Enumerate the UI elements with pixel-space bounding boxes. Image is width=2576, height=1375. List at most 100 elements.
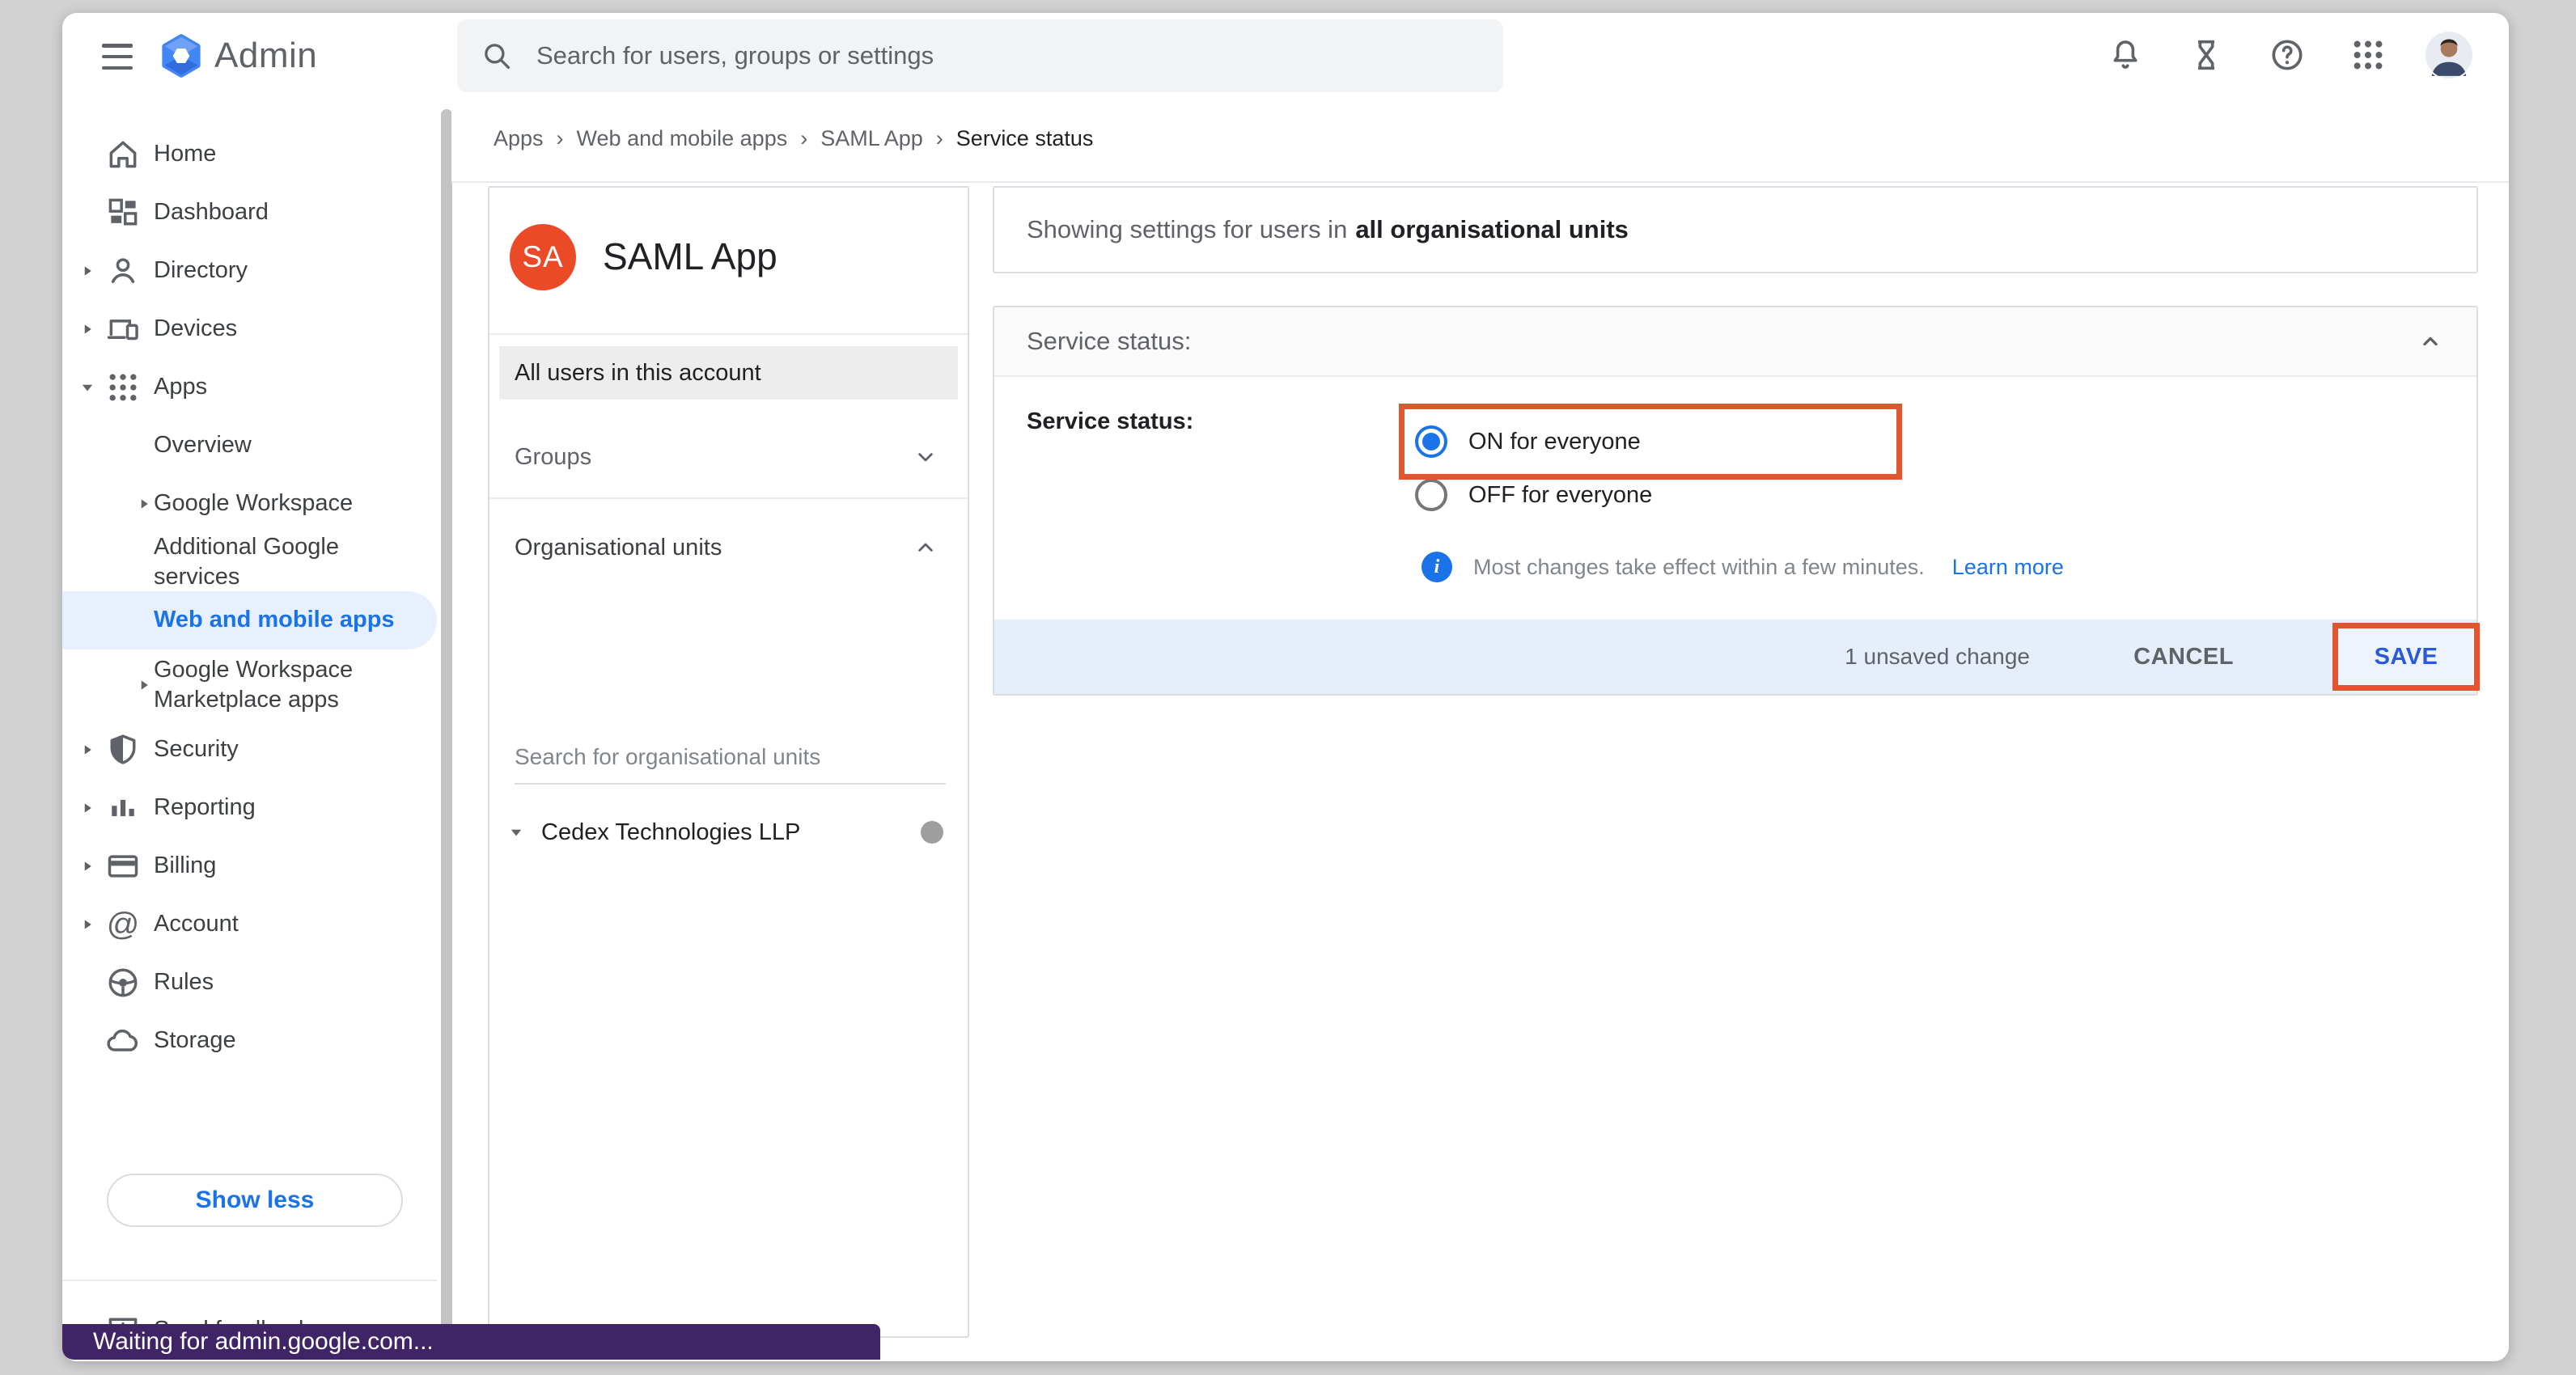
steering-wheel-icon (105, 965, 141, 1001)
product-name: Admin (214, 36, 317, 76)
search-input[interactable] (535, 40, 1481, 71)
radio-on-for-everyone[interactable]: ON for everyone (1415, 415, 1641, 468)
triangle-right-icon (133, 675, 155, 696)
app-panel: SA SAML App All users in this account Gr… (488, 186, 969, 1338)
bar-chart-icon (105, 790, 141, 826)
admin-console-window: Admin HomeDashboardDirectoryDevicesAppsO… (62, 13, 2509, 1361)
sidebar-item-web-and-mobile-apps[interactable]: Web and mobile apps (62, 591, 437, 649)
notifications-bell-icon-button[interactable] (2103, 32, 2148, 78)
breadcrumb: Apps › Web and mobile apps › SAML App › Servic… (451, 95, 2509, 183)
service-status-header[interactable]: Service status: (994, 307, 2476, 377)
sidebar-item-google-workspace[interactable]: Google Workspace (62, 475, 437, 533)
info-icon: i (1421, 552, 1452, 582)
cloud-icon (105, 1023, 141, 1059)
all-users-scope[interactable]: All users in this account (499, 346, 958, 400)
breadcrumb-separator: › (557, 126, 564, 151)
save-button[interactable]: SAVE (2332, 623, 2480, 691)
sidebar-item-account[interactable]: @Account (62, 895, 437, 954)
service-status-field-label: Service status: (1027, 408, 1193, 435)
unsaved-changes-bar: 1 unsaved change CANCEL SAVE (994, 620, 2476, 694)
apps-launcher-icon-button[interactable] (2345, 32, 2391, 78)
radio-off-for-everyone[interactable]: OFF for everyone (1415, 468, 1652, 522)
show-less-button[interactable]: Show less (107, 1174, 403, 1227)
triangle-down-icon (506, 822, 527, 843)
sidebar-item-additional-google-services[interactable]: Additional Google services (62, 533, 437, 591)
menu-hamburger-button[interactable] (102, 44, 133, 70)
global-search[interactable] (457, 19, 1503, 92)
radio-unselected-icon[interactable] (1415, 479, 1447, 511)
sidebar-item-overview[interactable]: Overview (62, 417, 437, 475)
chevron-down-icon (913, 444, 938, 470)
sidebar-nav: HomeDashboardDirectoryDevicesAppsOvervie… (62, 95, 437, 1361)
admin-hexagon-icon (159, 34, 203, 78)
admin-logo[interactable]: Admin (159, 34, 317, 78)
sidebar-item-directory[interactable]: Directory (62, 242, 437, 300)
breadcrumb-separator: › (800, 126, 807, 151)
collapse-chevron-up-icon[interactable] (2417, 328, 2444, 355)
breadcrumb-link-web-and-mobile-apps[interactable]: Web and mobile apps (577, 126, 788, 151)
sidebar-item-home[interactable]: Home (62, 125, 437, 184)
service-status-card: Service status: Service status: ON for e… (993, 306, 2478, 696)
sidebar-item-security[interactable]: Security (62, 721, 437, 779)
org-tree-node[interactable]: Cedex Technologies LLP (489, 806, 968, 859)
apps-launcher-icon (2349, 36, 2387, 74)
sidebar-item-storage[interactable]: Storage (62, 1012, 437, 1070)
unsaved-count: 1 unsaved change (1845, 620, 2030, 694)
divider (489, 497, 968, 499)
credit-card-icon (105, 848, 141, 884)
shield-icon (105, 732, 141, 768)
app-name: SAML App (603, 235, 777, 278)
radio-selected-icon[interactable] (1415, 425, 1447, 458)
home-icon (105, 137, 141, 172)
cancel-button[interactable]: CANCEL (2133, 620, 2234, 694)
apps-grid-icon (105, 370, 141, 405)
info-note: i Most changes take effect within a few … (1421, 552, 2064, 582)
triangle-right-icon (77, 260, 98, 281)
search-icon (480, 39, 514, 73)
screen: Admin HomeDashboardDirectoryDevicesAppsO… (0, 0, 2576, 1375)
learn-more-link[interactable]: Learn more (1952, 555, 2064, 580)
browser-status-bubble: Waiting for admin.google.com... (62, 1324, 880, 1360)
org-units-section-toggle[interactable]: Organisational units (489, 507, 968, 588)
sidebar-item-devices[interactable]: Devices (62, 300, 437, 358)
sidebar-item-rules[interactable]: Rules (62, 954, 437, 1012)
org-units-search-input[interactable] (515, 744, 946, 785)
sidebar-item-apps[interactable]: Apps (62, 358, 437, 417)
avatar (2424, 30, 2474, 80)
divider (489, 333, 968, 335)
sidebar-item-google-workspace-marketplace-apps[interactable]: Google Workspace Marketplace apps (62, 649, 437, 721)
sidebar-item-reporting[interactable]: Reporting (62, 779, 437, 837)
breadcrumb-current: Service status (956, 126, 1094, 151)
person-icon (105, 253, 141, 289)
hourglass-icon (2188, 36, 2225, 74)
org-status-dot (921, 821, 943, 844)
devices-icon (105, 311, 141, 347)
breadcrumb-separator: › (936, 126, 943, 151)
triangle-right-icon (77, 856, 98, 877)
sidebar-scrollbar[interactable] (441, 109, 452, 1331)
help-icon (2269, 36, 2306, 74)
scope-prefix: Showing settings for users in (1027, 215, 1347, 244)
triangle-down-icon (77, 377, 98, 398)
triangle-right-icon (77, 739, 98, 760)
triangle-right-icon (77, 319, 98, 340)
account-avatar[interactable] (2426, 32, 2472, 78)
groups-section-toggle[interactable]: Groups (489, 417, 968, 497)
sidebar-item-dashboard[interactable]: Dashboard (62, 184, 437, 242)
sidebar-item-billing[interactable]: Billing (62, 837, 437, 895)
hourglass-icon-button[interactable] (2184, 32, 2229, 78)
triangle-right-icon (133, 493, 155, 514)
org-units-search (515, 744, 946, 785)
chevron-up-icon (913, 535, 938, 561)
dashboard-icon (105, 195, 141, 231)
triangle-right-icon (77, 798, 98, 819)
at-icon: @ (107, 908, 140, 941)
breadcrumb-link-saml-app[interactable]: SAML App (820, 126, 923, 151)
scope-value: all organisational units (1355, 215, 1629, 244)
help-icon-button[interactable] (2265, 32, 2310, 78)
scope-card: Showing settings for users in all organi… (993, 186, 2478, 273)
breadcrumb-link-apps[interactable]: Apps (494, 126, 544, 151)
topbar-icons (2103, 13, 2472, 97)
triangle-right-icon (77, 914, 98, 935)
sidebar-divider (62, 1280, 437, 1281)
